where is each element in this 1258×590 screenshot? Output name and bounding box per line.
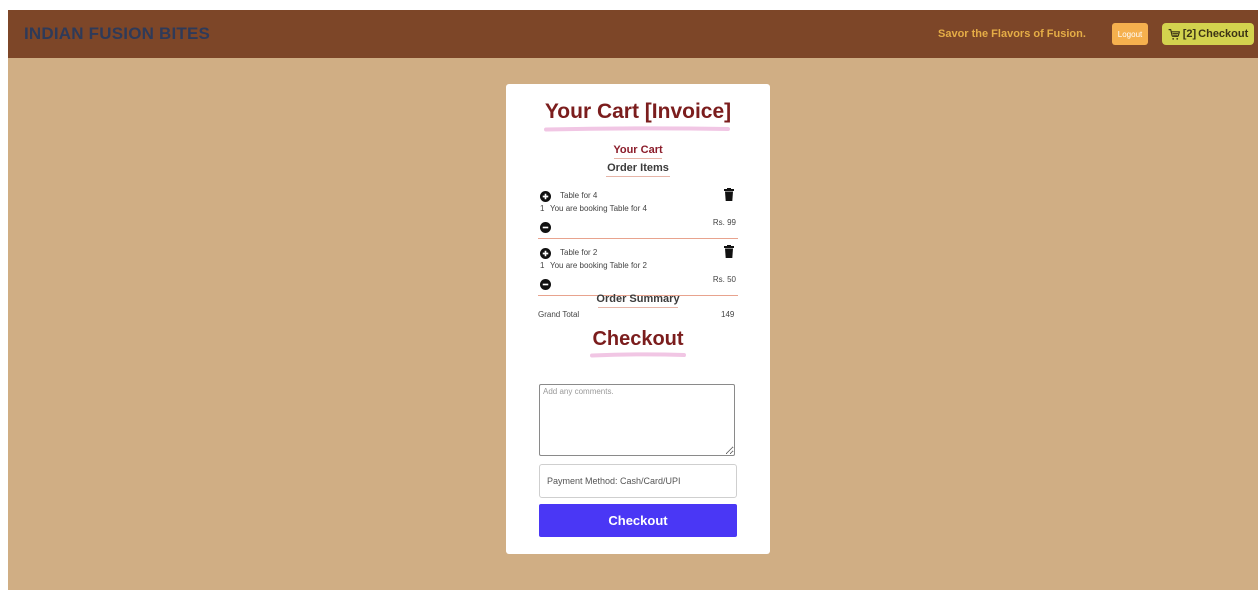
navbar: INDIAN FUSION BITES Savor the Flavors of… [8,10,1258,58]
item-quantity: 1 [540,261,545,270]
checkout-button[interactable]: Checkout [539,504,737,537]
minus-circle-icon[interactable] [540,279,551,290]
checkout-underline-decoration [590,352,686,358]
cart-checkout-button[interactable]: [2] Checkout [1162,23,1254,45]
grand-total-label: Grand Total [538,310,580,319]
plus-circle-icon[interactable] [540,191,551,202]
cart-item: Table for 2 1 You are booking Table for … [538,243,738,299]
item-description: You are booking Table for 4 [550,204,647,213]
plus-circle-icon[interactable] [540,248,551,259]
minus-circle-icon[interactable] [540,222,551,233]
item-description: You are booking Table for 2 [550,261,647,270]
title-underline-decoration [544,126,730,132]
page-title: Your Cart [Invoice] [544,100,732,123]
order-summary-heading: Order Summary [596,293,680,305]
item-price: Rs. 99 [712,218,736,227]
checkout-heading: Checkout [592,328,684,350]
cart-subtitle: Your Cart [613,144,663,156]
item-name: Table for 4 [560,191,598,200]
item-quantity: 1 [540,204,545,213]
cart-checkout-label: Checkout [1198,28,1249,40]
shopping-cart-icon [1168,28,1180,40]
logout-button[interactable]: Logout [1112,23,1148,45]
subtitle-rule [614,158,662,159]
cart-item: Table for 4 1 You are booking Table for … [538,186,738,242]
trash-icon[interactable] [724,245,734,258]
page-background: INDIAN FUSION BITES Savor the Flavors of… [8,10,1258,590]
item-divider [538,238,738,239]
order-items-rule [606,176,670,177]
trash-icon[interactable] [724,188,734,201]
cart-count: [2] [1182,28,1197,40]
comments-textarea[interactable] [539,384,735,456]
item-name: Table for 2 [560,248,598,257]
payment-method-input[interactable] [539,464,737,498]
brand-logo[interactable]: INDIAN FUSION BITES [24,24,210,44]
tagline: Savor the Flavors of Fusion. [938,28,1086,40]
order-summary-rule [598,307,678,308]
grand-total-value: 149 [721,310,735,319]
cart-card: Your Cart [Invoice] Your Cart Order Item… [506,84,770,554]
item-price: Rs. 50 [712,275,736,284]
order-items-heading: Order Items [607,162,669,174]
